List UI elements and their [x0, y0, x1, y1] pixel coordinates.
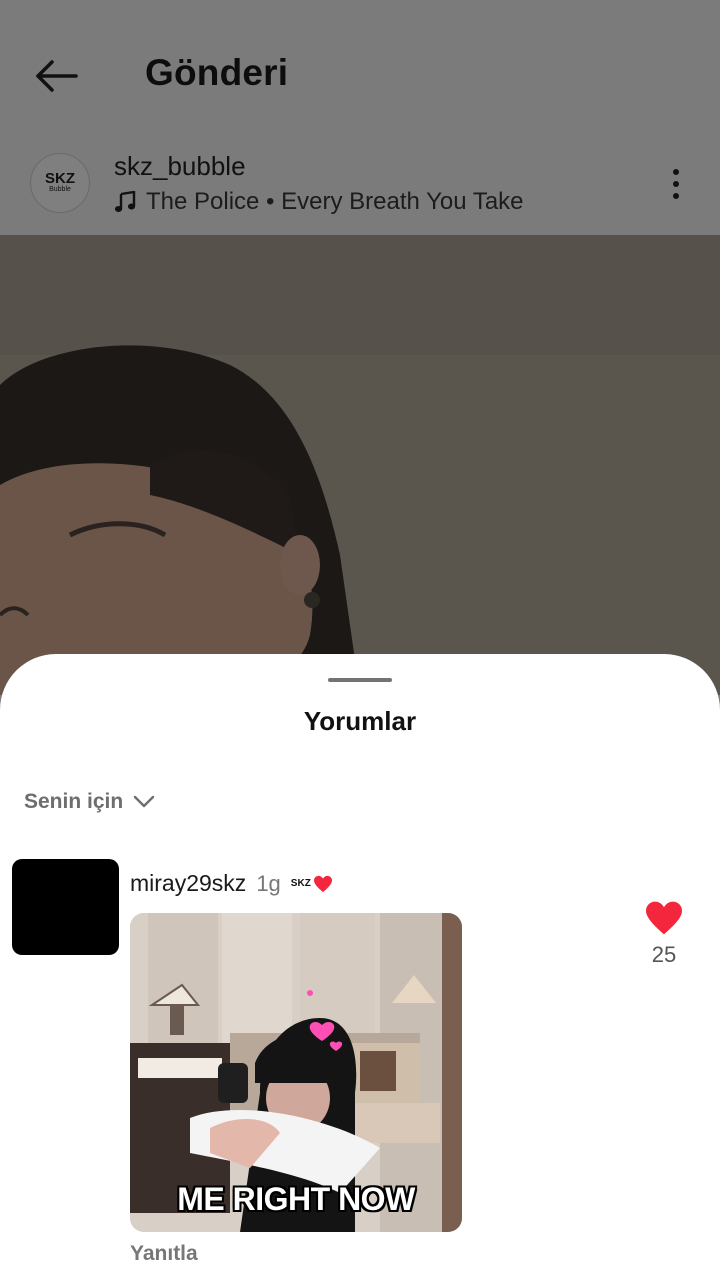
- more-vertical-icon: [673, 169, 679, 175]
- author-avatar[interactable]: SKZ Bubble: [30, 153, 90, 213]
- comments-sheet: Yorumlar Senin için miray29skz 1g SKZ ME…: [0, 654, 720, 1262]
- comments-title: Yorumlar: [303, 706, 417, 736]
- like-button[interactable]: [644, 900, 684, 936]
- chevron-down-icon: [133, 795, 155, 808]
- music-note-icon: [114, 191, 136, 212]
- avatar-logo-text: SKZ: [45, 170, 75, 187]
- commenter-username[interactable]: miray29skz: [130, 870, 246, 897]
- more-options-button[interactable]: [662, 164, 690, 204]
- commenter-badge: SKZ: [291, 875, 333, 893]
- like-count: 25: [651, 942, 677, 967]
- heart-icon: [646, 901, 682, 935]
- avatar-logo-subtext: Bubble: [49, 186, 71, 193]
- comment-gif[interactable]: ME RIGHT NOW: [130, 913, 462, 1232]
- heart-badge-icon: [313, 875, 332, 892]
- page-title: Gönderi: [145, 52, 289, 93]
- reply-button[interactable]: Yanıtla: [130, 1242, 198, 1262]
- music-title: The Police • Every Breath You Take: [146, 188, 524, 215]
- post-photo[interactable]: [0, 235, 720, 695]
- commenter-avatar[interactable]: [12, 859, 119, 955]
- badge-logo-text: SKZ: [290, 877, 311, 889]
- post-photo-artwork: [0, 235, 720, 695]
- author-username[interactable]: skz_bubble: [114, 151, 246, 182]
- sheet-drag-handle[interactable]: [328, 678, 392, 682]
- comment-header: miray29skz 1g SKZ: [130, 870, 333, 897]
- more-dot: [673, 193, 679, 199]
- sort-label: Senin için: [24, 790, 124, 813]
- more-dot: [673, 181, 679, 187]
- arrow-left-icon: [36, 60, 78, 92]
- comment-sort-dropdown[interactable]: Senin için: [24, 790, 155, 814]
- back-button[interactable]: [28, 52, 84, 100]
- post-meta: SKZ Bubble skz_bubble The Police • Every…: [0, 150, 720, 235]
- comment-time: 1g: [256, 870, 281, 896]
- gif-caption: ME RIGHT NOW: [177, 1181, 415, 1217]
- music-attribution[interactable]: The Police • Every Breath You Take: [114, 188, 524, 216]
- header-bar: Gönderi: [0, 0, 720, 150]
